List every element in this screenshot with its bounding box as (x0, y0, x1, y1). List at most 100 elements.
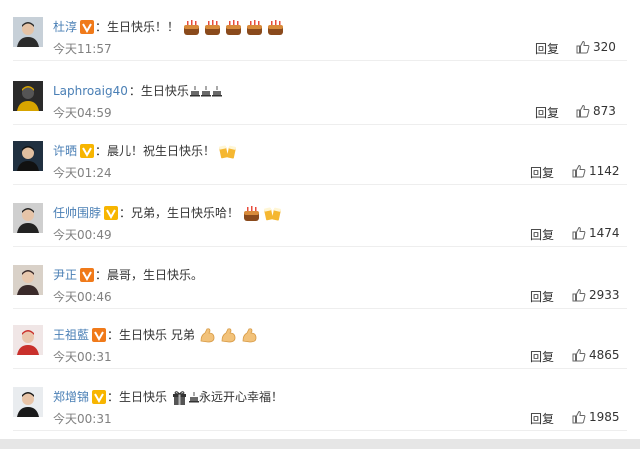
like-button[interactable]: 1985 (572, 410, 620, 424)
like-count: 2933 (589, 288, 620, 302)
avatar[interactable] (13, 81, 43, 111)
like-button[interactable]: 320 (576, 40, 616, 54)
like-button[interactable]: 873 (576, 104, 616, 118)
gift-icon (171, 389, 188, 406)
cake-icon (204, 19, 221, 36)
comment-timestamp: 今天11:57 (53, 42, 112, 56)
colon-separator: ： (119, 206, 132, 220)
avatar[interactable] (13, 17, 43, 47)
beer-cheers-icon (219, 143, 237, 160)
bottom-strip (0, 439, 640, 449)
comment-item: Laphroaig40：生日快乐今天04:59 回复 873 (0, 64, 640, 125)
comment-item: 许晒 ：晨儿！祝生日快乐！ 今天01:24 回复 1142 (0, 124, 640, 185)
username-link[interactable]: 王祖藍 (53, 325, 89, 345)
thumbs-up-icon (572, 348, 586, 362)
small-cake-icon (211, 85, 222, 97)
comment-body: Laphroaig40：生日快乐 (53, 81, 222, 101)
comment-divider (13, 60, 627, 61)
reply-button[interactable]: 回复 (535, 104, 559, 121)
comment-text: 生日快乐 兄弟 (119, 328, 195, 342)
like-button[interactable]: 4865 (572, 348, 620, 362)
colon-separator: ： (95, 20, 108, 34)
like-button[interactable]: 1474 (572, 226, 620, 240)
like-count: 320 (593, 40, 616, 54)
colon-separator: ： (95, 144, 108, 158)
comment-text: 生日快乐 (140, 84, 189, 98)
comment-divider (13, 430, 627, 431)
avatar[interactable] (13, 325, 43, 355)
avatar[interactable] (13, 265, 43, 295)
comment-divider (13, 184, 627, 185)
comment-item: 任帅围脖 ：兄弟，生日快乐哈！ 今天00:49 回复 1474 (0, 186, 640, 247)
reply-button[interactable]: 回复 (530, 410, 554, 427)
verified-v-icon (80, 144, 95, 158)
username-link[interactable]: 任帅围脖 (53, 203, 101, 223)
like-count: 1985 (589, 410, 620, 424)
cake-icon (243, 205, 260, 222)
comment-timestamp: 今天04:59 (53, 106, 112, 120)
reply-button[interactable]: 回复 (530, 288, 554, 305)
verified-v-icon (92, 328, 107, 342)
like-button[interactable]: 1142 (572, 164, 620, 178)
comment-body: 郑增锦 ：生日快乐 永远开心幸福！ (53, 387, 283, 407)
small-cake-icon (189, 85, 200, 97)
verified-v-icon (92, 390, 107, 404)
like-count: 1474 (589, 226, 620, 240)
like-count: 4865 (589, 348, 620, 362)
thumbs-up-icon (572, 410, 586, 424)
comment-body: 王祖藍 ：生日快乐 兄弟 (53, 325, 258, 345)
like-count: 1142 (589, 164, 620, 178)
thumbs-up-icon (572, 226, 586, 240)
thumbs-up-icon (576, 40, 590, 54)
comment-text: 生日快乐！！ (107, 20, 180, 34)
username-link[interactable]: 杜淳 (53, 17, 77, 37)
comment-timestamp: 今天00:46 (53, 290, 112, 304)
small-cake-icon (189, 391, 200, 403)
verified-v-icon (104, 206, 119, 220)
colon-separator: ： (107, 390, 120, 404)
comment-text: 晨哥，生日快乐。 (107, 268, 204, 282)
comment-divider (13, 246, 627, 247)
thumbs-up-icon (572, 164, 586, 178)
username-link[interactable]: 许晒 (53, 141, 77, 161)
comment-text: 晨儿！祝生日快乐！ (107, 144, 216, 158)
comment-item: 杜淳 ：生日快乐！！ 今天11:57 回复 320 (0, 0, 640, 61)
reply-button[interactable]: 回复 (530, 164, 554, 181)
like-button[interactable]: 2933 (572, 288, 620, 302)
verified-v-icon (80, 268, 95, 282)
comment-item: 王祖藍 ：生日快乐 兄弟 今天00:31 回复 4865 (0, 308, 640, 369)
cake-icon (267, 19, 284, 36)
colon-separator: ： (128, 84, 141, 98)
colon-separator: ： (95, 268, 108, 282)
comment-timestamp: 今天01:24 (53, 166, 112, 180)
username-link[interactable]: 尹正 (53, 265, 77, 285)
comment-body: 任帅围脖 ：兄弟，生日快乐哈！ (53, 203, 282, 223)
reply-button[interactable]: 回复 (530, 226, 554, 243)
avatar[interactable] (13, 203, 43, 233)
reply-button[interactable]: 回复 (535, 40, 559, 57)
comment-body: 杜淳 ：生日快乐！！ (53, 17, 284, 37)
thumbs-up-icon (576, 104, 590, 118)
like-count: 873 (593, 104, 616, 118)
cake-icon (183, 19, 200, 36)
comment-body: 许晒 ：晨儿！祝生日快乐！ (53, 141, 237, 161)
beer-cheers-icon (264, 205, 282, 222)
comment-text: 兄弟，生日快乐哈！ (131, 206, 240, 220)
colon-separator: ： (107, 328, 120, 342)
avatar[interactable] (13, 387, 43, 417)
strong-arm-icon (241, 327, 258, 344)
reply-button[interactable]: 回复 (530, 348, 554, 365)
strong-arm-icon (199, 327, 216, 344)
comment-timestamp: 今天00:49 (53, 228, 112, 242)
cake-icon (225, 19, 242, 36)
comment-divider (13, 368, 627, 369)
verified-v-icon (80, 20, 95, 34)
comment-text-after: 永远开心幸福！ (199, 390, 284, 404)
comment-item: 郑增锦 ：生日快乐 永远开心幸福！ 今天00:31 回复 1985 (0, 370, 640, 431)
username-link[interactable]: 郑增锦 (53, 387, 89, 407)
username-link[interactable]: Laphroaig40 (53, 81, 128, 101)
comment-timestamp: 今天00:31 (53, 350, 112, 364)
comment-item: 尹正 ：晨哥，生日快乐。今天00:46 回复 2933 (0, 248, 640, 309)
cake-icon (246, 19, 263, 36)
avatar[interactable] (13, 141, 43, 171)
